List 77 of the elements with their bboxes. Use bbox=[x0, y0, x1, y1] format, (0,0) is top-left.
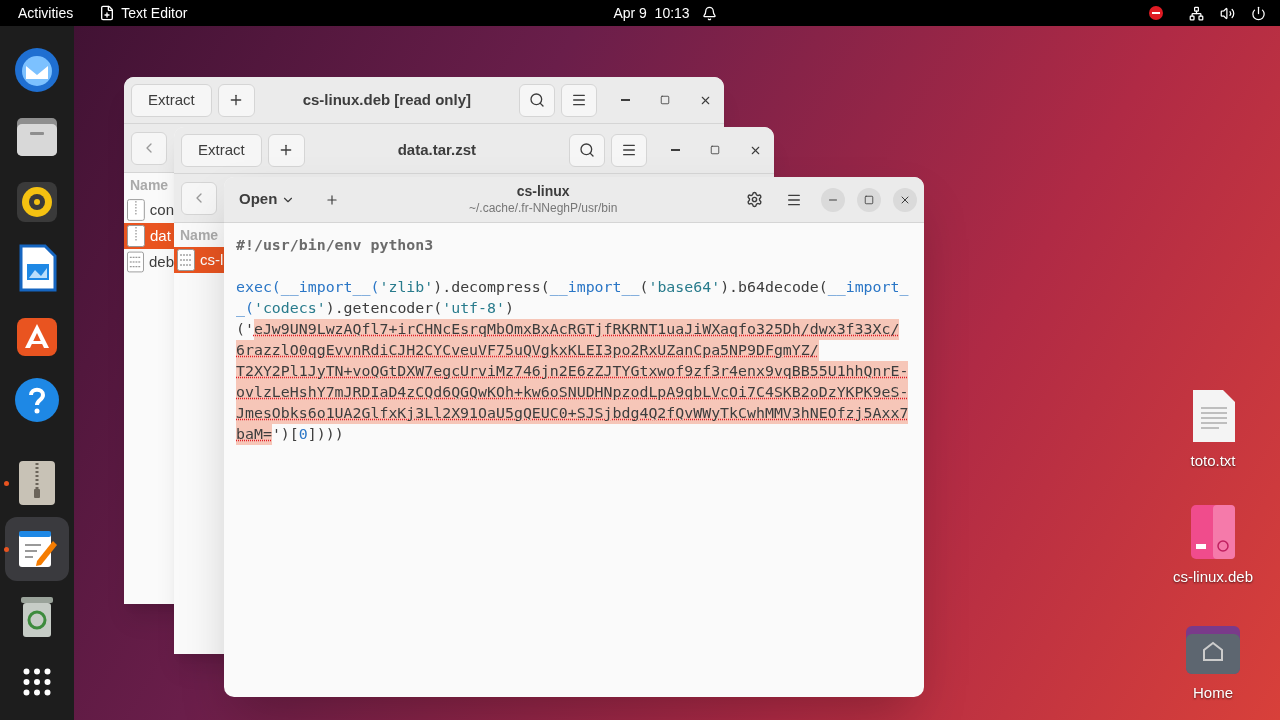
search-button[interactable] bbox=[569, 133, 605, 167]
app-name[interactable]: Text Editor bbox=[121, 2, 188, 24]
code-text: 6razzlO0qgEvvnRdiCJH2CYCveuVF75uQVgkxKLEI3po2RxUZanCpa5NP9DFgmYZ/ bbox=[236, 340, 819, 361]
binary-file-icon bbox=[177, 249, 195, 271]
code-text: ).decompress( bbox=[433, 277, 550, 298]
power-icon[interactable] bbox=[1251, 5, 1266, 21]
minimize-icon bbox=[620, 99, 630, 101]
maximize-icon bbox=[710, 145, 720, 155]
package-icon bbox=[1190, 504, 1236, 560]
add-button[interactable] bbox=[267, 133, 305, 167]
menu-button[interactable] bbox=[561, 83, 597, 117]
code-text: ).b64decode( bbox=[720, 277, 828, 298]
menu-button[interactable] bbox=[611, 133, 647, 167]
desktop-icon-label[interactable]: Home bbox=[1193, 682, 1233, 705]
minimize-icon bbox=[670, 149, 680, 151]
activities-button[interactable]: Activities bbox=[18, 2, 74, 24]
code-text: 'codecs' bbox=[253, 298, 326, 319]
extract-button[interactable]: Extract bbox=[131, 83, 212, 117]
file-path: ~/.cache/.fr-NNeghP/usr/bin bbox=[468, 200, 618, 216]
code-text: ]))) bbox=[307, 424, 344, 445]
code-text: JmesObks6o1UA2GlfxKj3Ll2X91OaU5gQEUC0+SJSjbdg4Q2fQvWWyTkCwhMMV3hNEOfzj5Axx7 bbox=[236, 403, 909, 424]
add-button[interactable] bbox=[217, 83, 255, 117]
extract-button[interactable]: Extract bbox=[181, 133, 262, 167]
file-row[interactable]: deb bbox=[124, 249, 174, 275]
code-text: _( bbox=[236, 298, 254, 319]
zipper-file-icon bbox=[127, 225, 145, 247]
bell-icon[interactable] bbox=[701, 5, 717, 21]
code-text: 'base64' bbox=[648, 277, 721, 298]
do-not-disturb-icon[interactable] bbox=[1149, 6, 1163, 20]
menu-icon bbox=[621, 142, 637, 158]
file-row[interactable]: cs-l bbox=[174, 247, 224, 273]
file-row[interactable]: con bbox=[124, 197, 174, 223]
code-text: baM= bbox=[236, 424, 272, 445]
code-text: ovlzLeHshY7mJRDIaD4zCQd6QGQwKOh+kw6oSNUDHNpzodLpA9qbLVcOi7C4SKB2oDzYKPK9eS- bbox=[236, 382, 909, 403]
plus-icon bbox=[325, 192, 340, 207]
code-text: (' bbox=[236, 319, 254, 340]
clock[interactable]: Apr 9 10:13 bbox=[613, 2, 690, 24]
open-button[interactable]: Open bbox=[231, 183, 304, 216]
document-icon bbox=[99, 5, 116, 21]
volume-icon[interactable] bbox=[1220, 5, 1235, 21]
code-text: 'utf-8' bbox=[442, 298, 505, 319]
window-title: cs-linux.deb [read only] bbox=[301, 89, 473, 110]
home-folder-icon bbox=[1184, 624, 1242, 676]
binary-file-icon bbox=[127, 251, 144, 273]
code-text: eJw9UN9LwzAQfl7+irCHNcEsrqMbOmxBxAcRGTjfRKRNT1uaJiWXaqfo325Dh/dwx3f33Xc/ bbox=[253, 319, 900, 340]
file-row[interactable]: dat bbox=[124, 223, 174, 249]
code-text: 'zlib' bbox=[379, 277, 434, 298]
gear-icon bbox=[745, 191, 763, 208]
code-text: __import__ bbox=[549, 277, 640, 298]
bird-mail-icon bbox=[13, 46, 61, 94]
column-header: Name bbox=[180, 225, 219, 245]
code-text: __import_ bbox=[827, 277, 909, 298]
search-button[interactable] bbox=[519, 83, 555, 117]
menu-icon bbox=[571, 92, 587, 108]
maximize-button[interactable] bbox=[857, 187, 881, 212]
dock-launcher[interactable] bbox=[5, 517, 69, 581]
window-title: cs-linux bbox=[516, 183, 570, 201]
maximize-icon bbox=[660, 95, 670, 105]
code-text: 0 bbox=[298, 424, 308, 445]
code-text: T2XY2Pl1JyTN+voQGtDXW7egcUrviMz746jn2E6zZJTYGtxwof9zf3r4enx9vqBB55U1hhQnrE- bbox=[236, 361, 909, 382]
desktop-icon-label[interactable]: cs-linux.deb bbox=[1172, 566, 1253, 589]
maximize-icon bbox=[864, 194, 874, 205]
column-header: Name bbox=[130, 175, 169, 195]
window-title: data.tar.zst bbox=[396, 139, 478, 160]
code-text: exec(__import__( bbox=[236, 277, 380, 298]
help-icon bbox=[13, 376, 61, 424]
code-text: ).getencoder( bbox=[325, 298, 443, 319]
code-text: ) bbox=[505, 298, 514, 319]
desktop-icon-label[interactable]: toto.txt bbox=[1190, 450, 1236, 473]
code-text: ( bbox=[639, 277, 649, 298]
search-icon bbox=[579, 142, 595, 158]
code-text: #!/usr/bin/env python3 bbox=[236, 235, 434, 256]
code-text: ')[ bbox=[271, 424, 299, 445]
zipper-file-icon bbox=[127, 199, 145, 221]
zipper-icon bbox=[17, 459, 57, 507]
network-icon[interactable] bbox=[1189, 5, 1204, 21]
search-icon bbox=[529, 92, 545, 108]
